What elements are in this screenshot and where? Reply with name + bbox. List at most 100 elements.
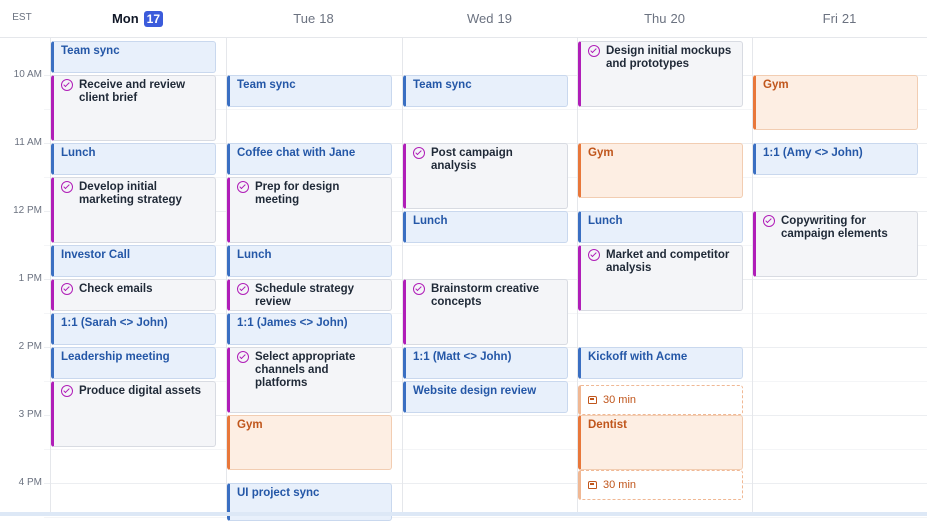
event-card[interactable]: 1:1 (James <> John) <box>227 313 392 345</box>
event-title: Brainstorm creative concepts <box>431 283 540 308</box>
day-header-wed[interactable]: Wed 19 <box>402 0 577 37</box>
day-header-tue[interactable]: Tue 18 <box>226 0 401 37</box>
task-card[interactable]: Prep for design meeting <box>227 177 392 243</box>
event-card[interactable]: 1:1 (Amy <> John) <box>753 143 918 175</box>
event-card[interactable]: Team sync <box>51 41 216 73</box>
check-circle-icon[interactable] <box>237 181 249 193</box>
event-card[interactable]: Lunch <box>403 211 568 243</box>
day-name: Fri <box>822 11 838 26</box>
event-card[interactable]: Team sync <box>227 75 392 107</box>
event-card[interactable]: Gym <box>578 143 743 198</box>
day-name: Tue <box>293 11 316 26</box>
event-card[interactable]: Gym <box>227 415 392 470</box>
event-title: Kickoff with Acme <box>588 351 688 363</box>
event-title: Investor Call <box>61 249 131 261</box>
check-circle-icon[interactable] <box>588 45 600 57</box>
event-title: Post campaign analysis <box>431 147 513 172</box>
horizontal-scrollbar[interactable] <box>0 512 927 516</box>
event-card[interactable]: Dentist <box>578 415 743 470</box>
day-name: Mon <box>111 11 139 26</box>
event-title: Prep for design meeting <box>255 181 340 206</box>
task-card[interactable]: Design initial mockups and prototypes <box>578 41 743 107</box>
event-title: Select appropriate channels and platform… <box>255 351 356 389</box>
check-circle-icon[interactable] <box>61 385 73 397</box>
today-date-badge: 17 <box>143 10 164 27</box>
travel-time-block[interactable]: 30 min <box>578 385 743 415</box>
event-title: 1:1 (James <> John) <box>237 317 348 329</box>
day-number: 19 <box>497 11 512 26</box>
calendar-grid[interactable]: 10 AM 11 AM 12 PM 1 PM 2 PM 3 PM 4 PM Team sync… <box>0 38 927 521</box>
event-card[interactable]: Team sync <box>403 75 568 107</box>
calendar-header: EST Mon 17 Tue 18 Wed 19 Thu 20 Fri 21 <box>0 0 927 38</box>
task-card[interactable]: Receive and review client brief <box>51 75 216 141</box>
task-card[interactable]: Develop initial marketing strategy <box>51 177 216 243</box>
day-name: Thu <box>644 11 667 26</box>
event-title: Produce digital assets <box>79 385 202 397</box>
task-card[interactable]: Post campaign analysis <box>403 143 568 209</box>
event-title: Dentist <box>588 419 627 431</box>
event-title: Lunch <box>237 249 272 261</box>
travel-time-block[interactable]: 30 min <box>578 470 743 500</box>
day-column-divider <box>402 38 403 516</box>
check-circle-icon[interactable] <box>237 351 249 363</box>
check-circle-icon[interactable] <box>588 249 600 261</box>
event-title: 1:1 (Amy <> John) <box>763 147 863 159</box>
task-card[interactable]: Check emails <box>51 279 216 311</box>
day-header-fri[interactable]: Fri 21 <box>752 0 927 37</box>
event-card[interactable]: Investor Call <box>51 245 216 277</box>
hour-gridline <box>44 449 927 450</box>
event-card[interactable]: Gym <box>753 75 918 130</box>
event-title: Team sync <box>61 45 120 57</box>
check-circle-icon[interactable] <box>61 79 73 91</box>
event-card[interactable]: Lunch <box>227 245 392 277</box>
check-circle-icon[interactable] <box>237 283 249 295</box>
event-title: Lunch <box>588 215 623 227</box>
event-title: Lunch <box>413 215 448 227</box>
day-header-thu[interactable]: Thu 20 <box>577 0 752 37</box>
event-title: Design initial mockups and prototypes <box>606 45 732 70</box>
event-title: Gym <box>588 147 614 159</box>
time-label: 12 PM <box>13 205 42 216</box>
event-title: Team sync <box>237 79 296 91</box>
check-circle-icon[interactable] <box>413 283 425 295</box>
event-card[interactable]: Kickoff with Acme <box>578 347 743 379</box>
hour-gridline <box>44 483 927 484</box>
task-card[interactable]: Copywriting for campaign elements <box>753 211 918 277</box>
time-label: 1 PM <box>18 273 42 284</box>
task-card[interactable]: Market and competitor analysis <box>578 245 743 311</box>
event-title: Check emails <box>79 283 153 295</box>
task-card[interactable]: Select appropriate channels and platform… <box>227 347 392 413</box>
event-card[interactable]: Lunch <box>578 211 743 243</box>
check-circle-icon[interactable] <box>61 181 73 193</box>
task-card[interactable]: Brainstorm creative concepts <box>403 279 568 345</box>
event-card[interactable]: Coffee chat with Jane <box>227 143 392 175</box>
day-header-mon[interactable]: Mon 17 <box>50 0 225 37</box>
event-card[interactable]: Lunch <box>51 143 216 175</box>
car-icon <box>588 481 597 489</box>
event-title: Coffee chat with Jane <box>237 147 356 159</box>
task-card[interactable]: Produce digital assets <box>51 381 216 447</box>
check-circle-icon[interactable] <box>763 215 775 227</box>
event-title: Gym <box>763 79 789 91</box>
time-label: 4 PM <box>18 477 42 488</box>
task-card[interactable]: Schedule strategy review <box>227 279 392 311</box>
event-title: 30 min <box>603 478 637 491</box>
check-circle-icon[interactable] <box>61 283 73 295</box>
event-card[interactable]: Website design review <box>403 381 568 413</box>
event-card[interactable]: 1:1 (Matt <> John) <box>403 347 568 379</box>
event-title: Receive and review client brief <box>79 79 186 104</box>
event-card[interactable]: Leadership meeting <box>51 347 216 379</box>
time-label: 3 PM <box>18 409 42 420</box>
event-card[interactable]: 1:1 (Sarah <> John) <box>51 313 216 345</box>
day-number: 20 <box>670 11 685 26</box>
event-title: 1:1 (Sarah <> John) <box>61 317 168 329</box>
event-title: Gym <box>237 419 263 431</box>
check-circle-icon[interactable] <box>413 147 425 159</box>
event-title: Leadership meeting <box>61 351 170 363</box>
time-label: 2 PM <box>18 341 42 352</box>
event-title: Develop initial marketing strategy <box>79 181 182 206</box>
event-title: UI project sync <box>237 487 320 499</box>
event-title: Website design review <box>413 385 537 397</box>
day-number: 21 <box>841 11 857 26</box>
event-title: Copywriting for campaign elements <box>781 215 888 240</box>
